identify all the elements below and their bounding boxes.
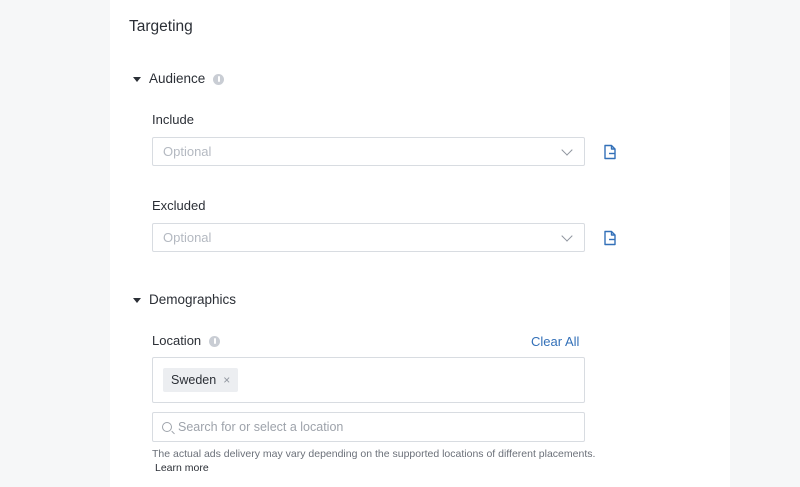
excluded-placeholder: Optional — [163, 230, 212, 245]
excluded-label: Excluded — [152, 198, 206, 213]
location-search-input[interactable]: Search for or select a location — [152, 412, 585, 442]
location-label-row: Location — [152, 332, 221, 350]
delivery-note: The actual ads delivery may vary dependi… — [152, 448, 596, 460]
section-title: Targeting — [129, 18, 193, 35]
include-placeholder: Optional — [163, 144, 212, 159]
clear-all-link[interactable]: Clear All — [531, 334, 579, 349]
demographics-heading: Demographics — [149, 292, 237, 307]
chevron-down-icon — [561, 229, 573, 242]
file-upload-icon[interactable] — [602, 230, 618, 246]
location-selected-box[interactable]: Sweden × — [152, 357, 585, 403]
audience-header[interactable]: Audience — [133, 70, 225, 88]
location-tag: Sweden × — [163, 368, 239, 392]
include-label: Include — [152, 112, 194, 127]
search-icon — [162, 422, 172, 432]
demographics-header[interactable]: Demographics — [133, 291, 236, 309]
caret-down-icon — [133, 77, 141, 82]
caret-down-icon — [133, 298, 141, 303]
info-icon[interactable] — [213, 73, 225, 85]
info-icon[interactable] — [209, 335, 221, 347]
audience-heading: Audience — [149, 71, 206, 86]
chevron-down-icon — [561, 143, 573, 156]
close-icon[interactable]: × — [223, 373, 230, 387]
include-select[interactable]: Optional — [152, 137, 585, 166]
location-tag-label: Sweden — [171, 373, 217, 387]
targeting-panel: Targeting Audience Include Optional Excl… — [110, 0, 730, 487]
excluded-select[interactable]: Optional — [152, 223, 585, 252]
learn-more-link[interactable]: Learn more — [155, 462, 209, 474]
location-search-placeholder: Search for or select a location — [178, 420, 344, 434]
page-background: Targeting Audience Include Optional Excl… — [0, 0, 800, 487]
location-label: Location — [152, 333, 202, 348]
file-upload-icon[interactable] — [602, 144, 618, 160]
